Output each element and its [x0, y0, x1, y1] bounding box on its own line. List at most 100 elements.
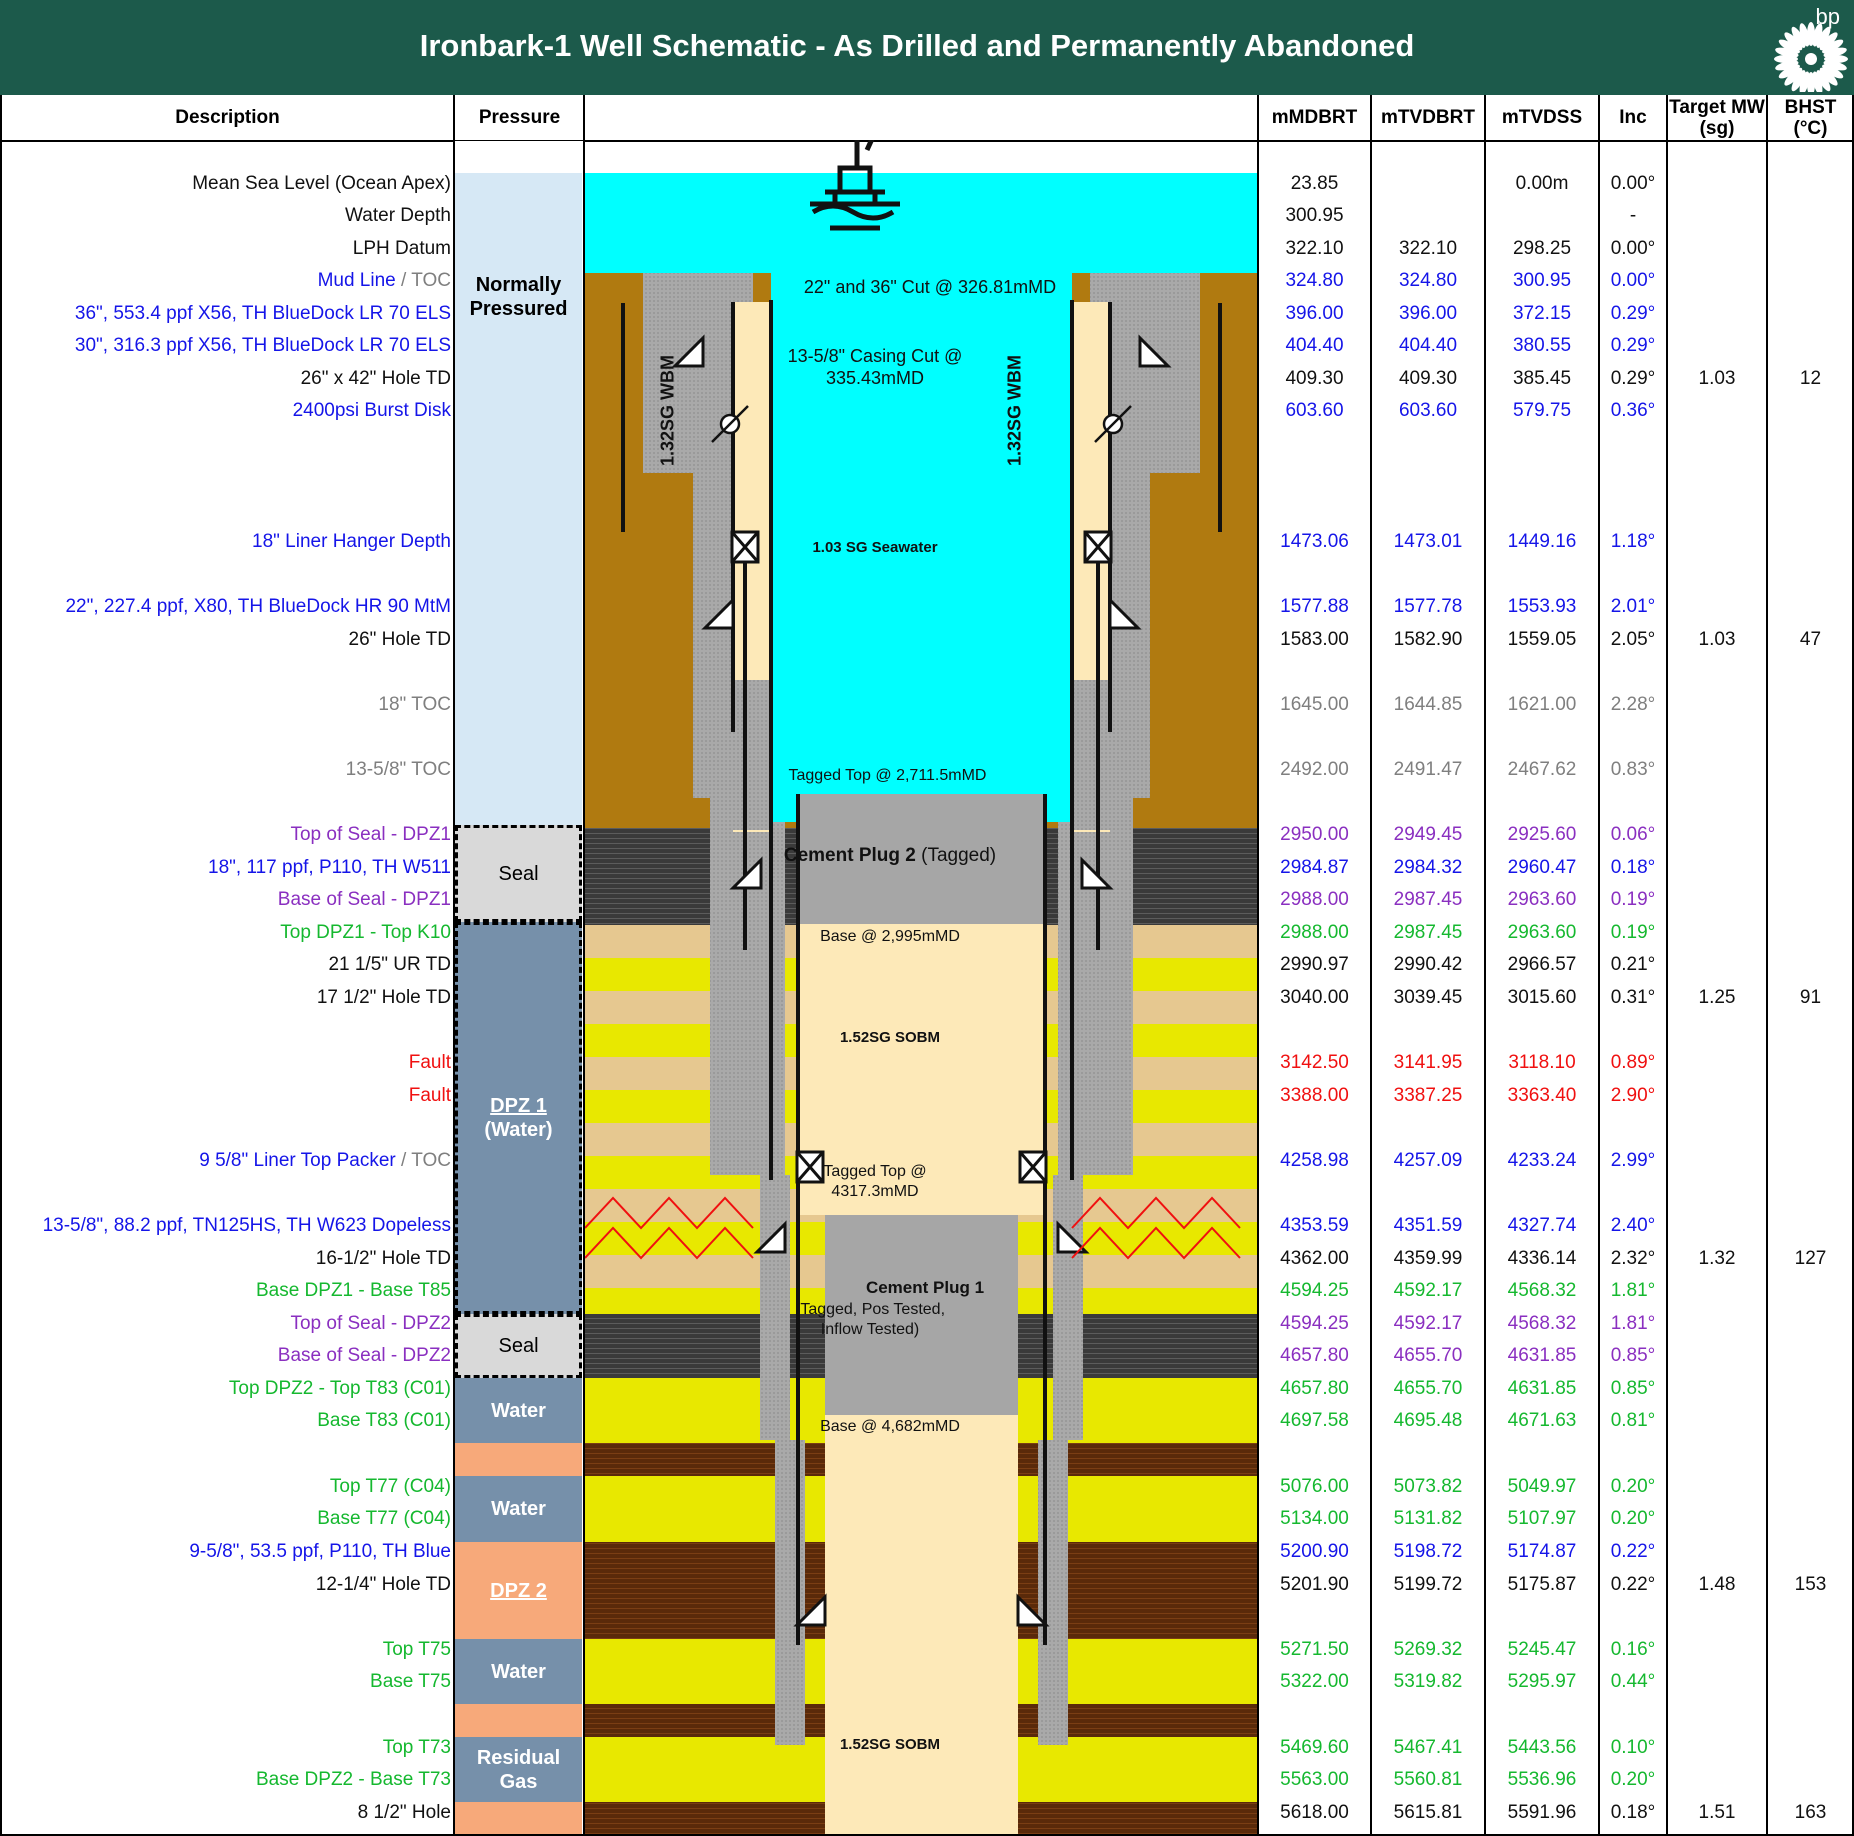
- inc-cell: 1.18°: [1610, 531, 1656, 552]
- inc-cell: 0.19°: [1610, 922, 1656, 943]
- bhst-cell: [1767, 168, 1854, 200]
- tvdss-cell: 5245.47: [1507, 1639, 1577, 1660]
- row-description: 12-1/4" Hole TD: [0, 1569, 451, 1601]
- tvd-cell: 322.10: [1398, 238, 1458, 259]
- description-text: 16-1/2" Hole TD: [315, 1248, 451, 1269]
- tvdss-cell: 5174.87: [1507, 1541, 1577, 1562]
- row-description: 8 1/2" Hole: [0, 1797, 451, 1829]
- col-divider: [583, 95, 585, 1836]
- bhst-cell: [1767, 1275, 1854, 1307]
- inc-cell: 0.81°: [1610, 1410, 1656, 1431]
- description-text: Mean Sea Level (Ocean Apex): [192, 173, 451, 194]
- mw-cell: [1667, 1308, 1767, 1340]
- md-cell: 1583.00: [1280, 629, 1349, 650]
- tvdss-cell: 3015.60: [1507, 987, 1577, 1008]
- tvdss-cell: 0.00m: [1515, 173, 1569, 194]
- tvdss-cell: 4327.74: [1507, 1215, 1577, 1236]
- mw-cell: [1667, 1047, 1767, 1079]
- mw-cell: [1667, 1536, 1767, 1568]
- col-divider: [1370, 95, 1372, 1836]
- base-4682-label: Base @ 4,682mMD: [820, 1418, 960, 1435]
- md-cell: 4594.25: [1280, 1280, 1349, 1301]
- description-text: Top T73: [382, 1737, 451, 1758]
- tvd-cell: 409.30: [1398, 368, 1458, 389]
- header-md: mMDBRT: [1271, 107, 1358, 128]
- col-divider: [1257, 95, 1259, 1836]
- description-text: 18", 117 ppf, P110, TH W511: [208, 857, 451, 878]
- row-description: 9-5/8", 53.5 ppf, P110, TH Blue: [0, 1536, 451, 1568]
- bhst-cell: [1767, 1405, 1854, 1437]
- tvd-cell: 1577.78: [1393, 596, 1463, 617]
- tvdss-cell: 5295.97: [1507, 1671, 1577, 1692]
- mw-cell: 1.25: [1698, 987, 1736, 1008]
- description-text: 17 1/2" Hole TD: [316, 987, 451, 1008]
- table-header: Description Pressure mMDBRT mTVDBRT mTVD…: [0, 95, 1854, 142]
- inc-cell: 0.85°: [1610, 1378, 1656, 1399]
- row-description: LPH Datum: [0, 233, 451, 265]
- row-description: 13-5/8", 88.2 ppf, TN125HS, TH W623 Dope…: [0, 1210, 451, 1242]
- pressure-dpz1-label: DPZ 1: [490, 1095, 547, 1117]
- row-description: 30", 316.3 ppf X56, TH BlueDock LR 70 EL…: [0, 330, 451, 362]
- cement-plug-2-label: Cement Plug 2 (Tagged): [770, 845, 1010, 867]
- wbm-right-label: 1.32SG WBM: [1004, 354, 1025, 467]
- tvd-cell: 5319.82: [1393, 1671, 1463, 1692]
- mw-cell: [1667, 917, 1767, 949]
- tvdss-cell: 1449.16: [1507, 531, 1577, 552]
- inc-cell: 0.20°: [1610, 1508, 1656, 1529]
- mw-cell: [1667, 298, 1767, 330]
- md-cell: 4353.59: [1280, 1215, 1349, 1236]
- bhst-cell: [1767, 1536, 1854, 1568]
- md-cell: 603.60: [1285, 400, 1344, 421]
- tvdss-cell: 380.55: [1512, 335, 1572, 356]
- mw-cell: 1.51: [1698, 1802, 1736, 1823]
- tvd-cell: 4592.17: [1393, 1313, 1463, 1334]
- description-text: Top of Seal - DPZ2: [290, 1313, 451, 1334]
- tvd-cell: 404.40: [1398, 335, 1458, 356]
- md-cell: 5134.00: [1280, 1508, 1349, 1529]
- description-text: 12-1/4" Hole TD: [315, 1574, 451, 1595]
- description-text: 8 1/2" Hole: [357, 1802, 451, 1823]
- pressure-seal-2-label: Seal: [498, 1335, 539, 1357]
- col-divider: [1484, 95, 1486, 1836]
- mw-cell: [1667, 526, 1767, 558]
- row-description: 26" Hole TD: [0, 624, 452, 656]
- tvd-cell: 5269.32: [1393, 1639, 1463, 1660]
- header-mw: Target MW (sg): [1669, 96, 1765, 139]
- tvdss-cell: 3363.40: [1507, 1085, 1577, 1106]
- mw-cell: [1667, 330, 1767, 362]
- tvdss-cell: 5443.56: [1507, 1737, 1577, 1758]
- description-text: Base of Seal - DPZ1: [277, 889, 451, 910]
- md-cell: 396.00: [1285, 303, 1344, 324]
- bhst-cell: 47: [1799, 629, 1822, 650]
- inc-cell: 0.85°: [1610, 1345, 1656, 1366]
- md-cell: 3388.00: [1280, 1085, 1349, 1106]
- md-cell: 5322.00: [1280, 1671, 1349, 1692]
- bhst-cell: [1767, 1047, 1854, 1079]
- md-cell: 5201.90: [1280, 1574, 1349, 1595]
- tvd-cell: 4592.17: [1393, 1280, 1463, 1301]
- tvdss-cell: 5536.96: [1507, 1769, 1577, 1790]
- col-divider: [1766, 95, 1768, 1836]
- pressure-water-2: Water: [455, 1476, 582, 1542]
- wbm-lower-cement-left: [733, 680, 771, 830]
- tvd-cell: 3387.25: [1393, 1085, 1463, 1106]
- tvdss-cell: 579.75: [1512, 400, 1572, 421]
- mw-cell: [1667, 168, 1767, 200]
- description-text: Base DPZ1 - Base T85: [255, 1280, 451, 1301]
- row-description: 21 1/5" UR TD: [0, 949, 451, 981]
- inc-cell: 0.83°: [1610, 759, 1656, 780]
- tvd-cell: 4695.48: [1393, 1410, 1463, 1431]
- md-cell: 5563.00: [1280, 1769, 1349, 1790]
- mw-cell: [1667, 754, 1767, 786]
- tvd-cell: 2984.32: [1393, 857, 1463, 878]
- bhst-cell: 127: [1794, 1248, 1827, 1269]
- mw-cell: [1667, 1145, 1767, 1177]
- mw-cell: [1667, 395, 1767, 427]
- pressure-residual-gas: Residual Gas: [455, 1737, 582, 1802]
- tvd-cell: 5560.81: [1393, 1769, 1463, 1790]
- bhst-cell: [1767, 819, 1854, 851]
- tvdss-cell: 2966.57: [1507, 954, 1577, 975]
- row-description: 36", 553.4 ppf X56, TH BlueDock LR 70 EL…: [0, 298, 451, 330]
- description-text: Top of Seal - DPZ1: [290, 824, 451, 845]
- tagged-top-2-label: Tagged Top @ 2,711.5mMD: [788, 767, 987, 784]
